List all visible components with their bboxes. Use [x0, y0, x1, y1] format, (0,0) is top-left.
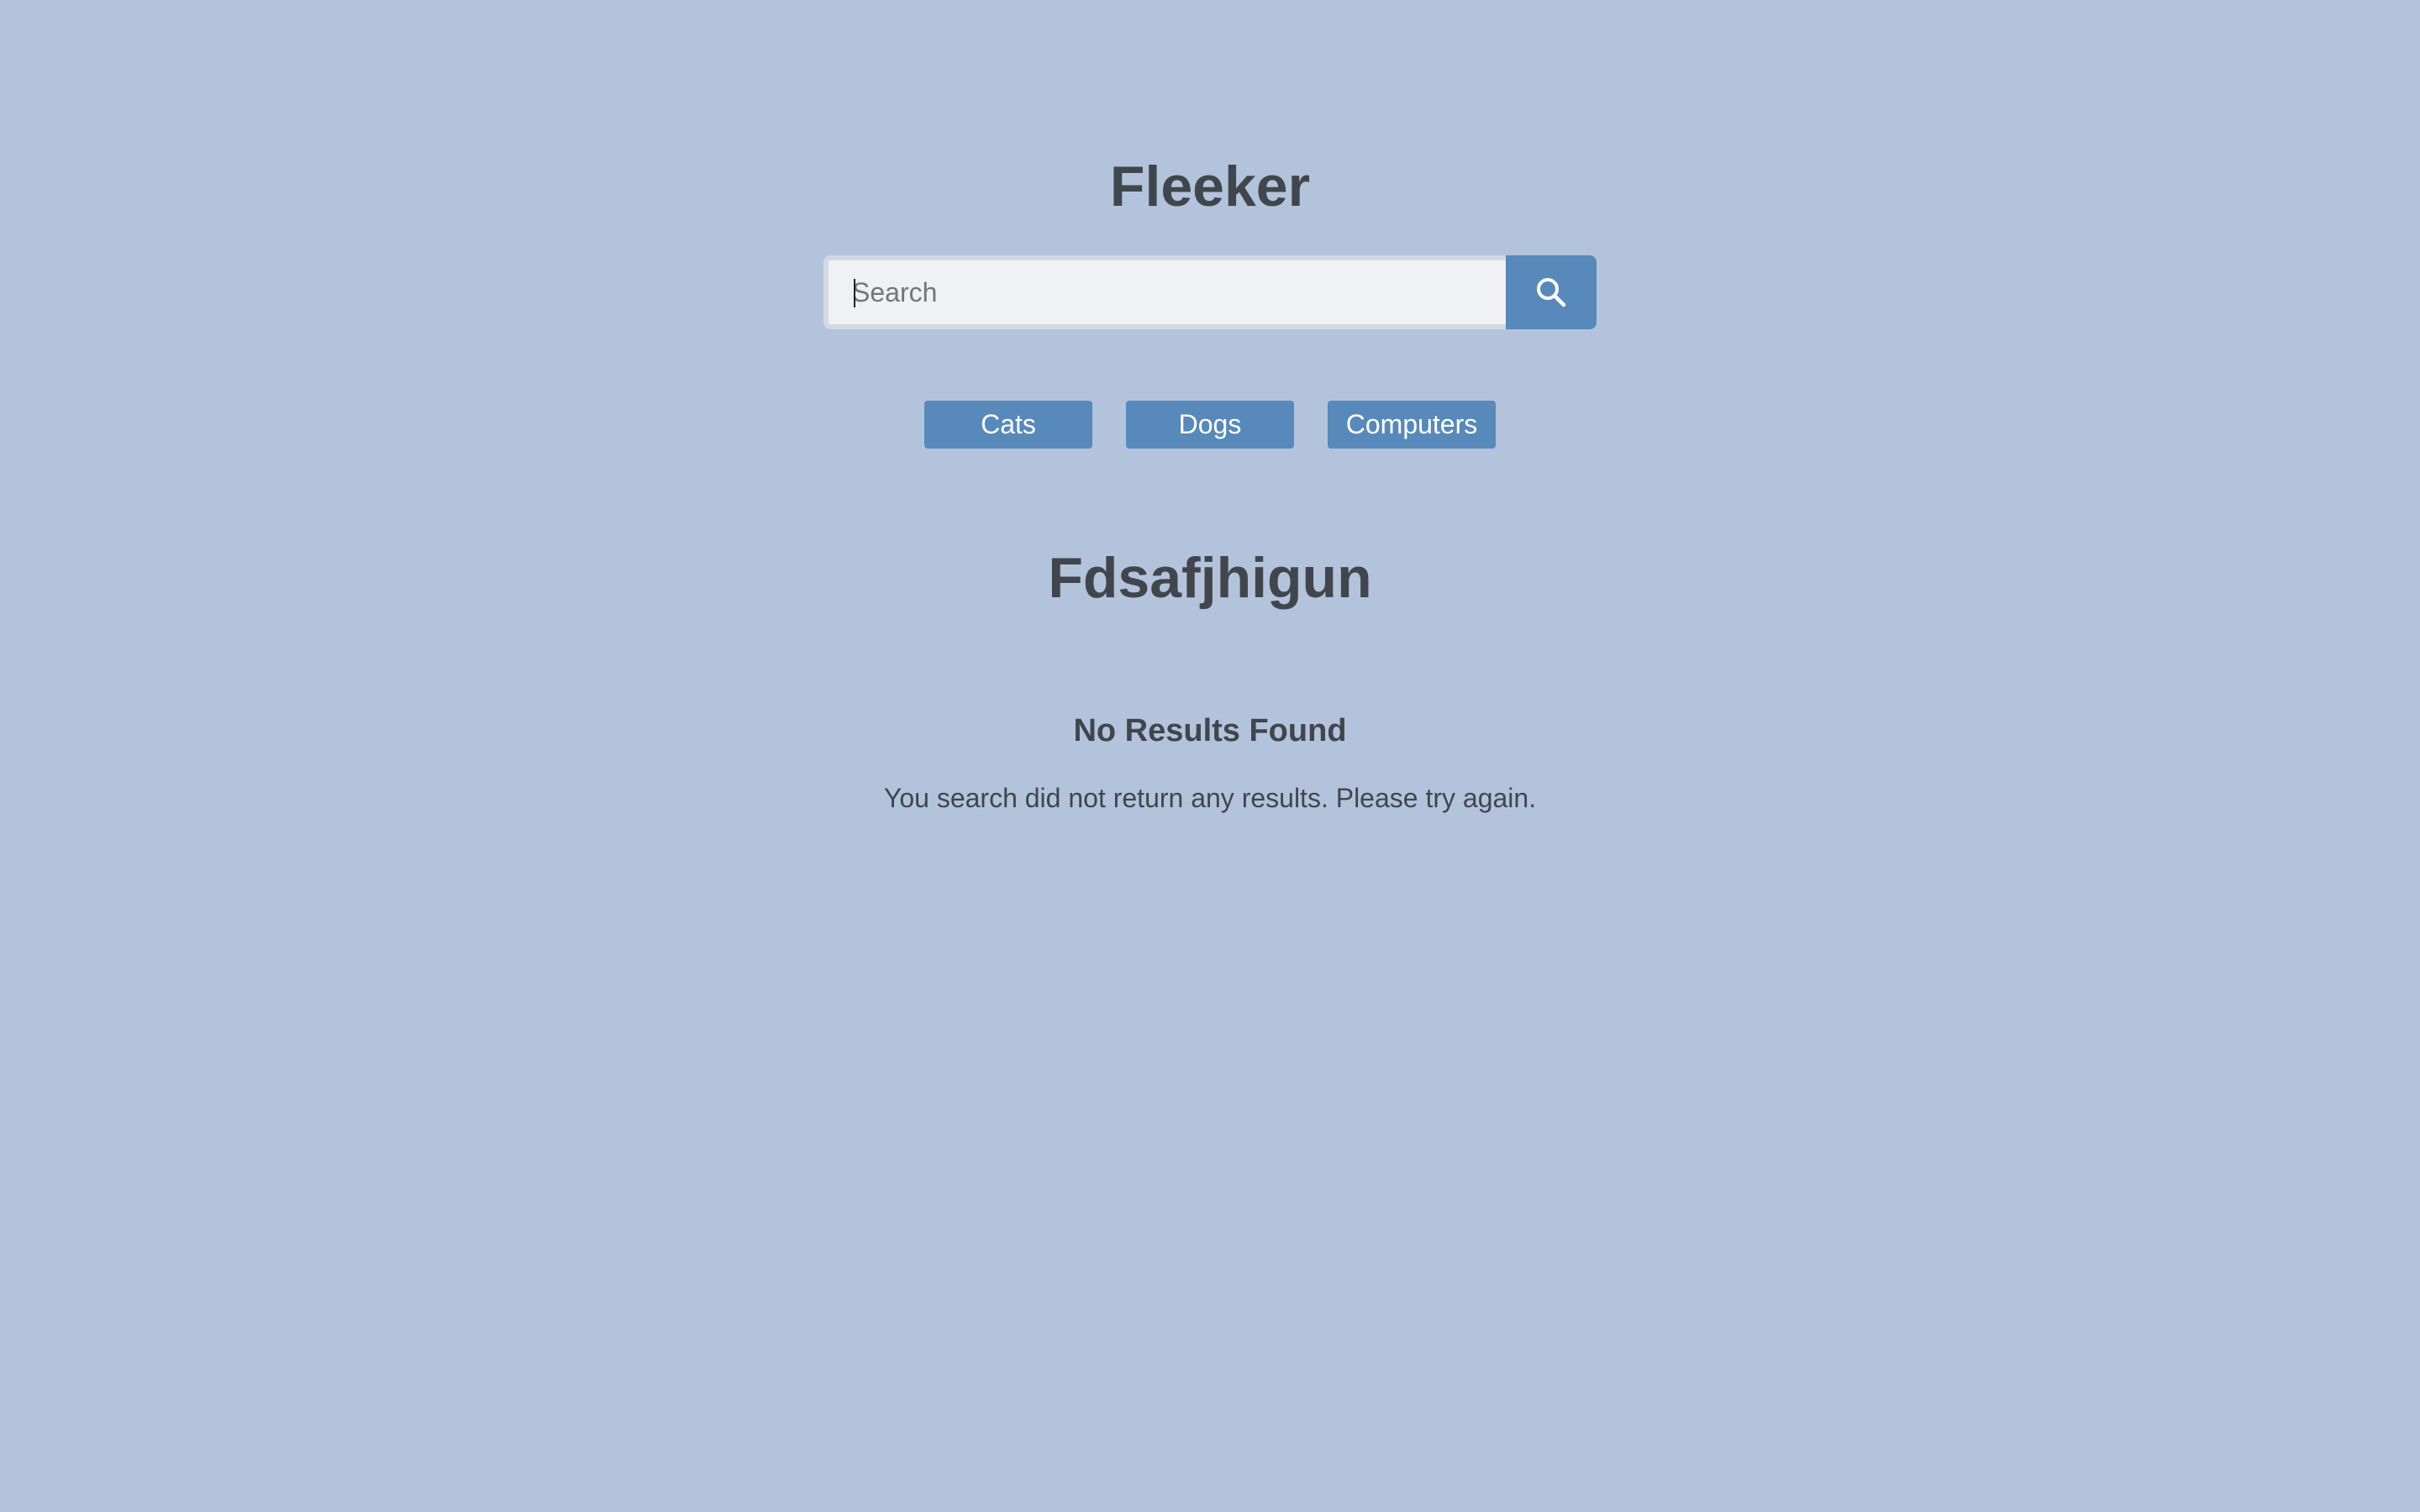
- search-icon: [1537, 278, 1566, 307]
- search-bar: [823, 255, 1597, 329]
- app-title: Fleeker: [1109, 155, 1311, 218]
- no-results-message: You search did not return any results. P…: [883, 783, 1537, 813]
- category-button-dogs[interactable]: Dogs: [1126, 401, 1294, 449]
- category-button-cats[interactable]: Cats: [924, 401, 1092, 449]
- page: Fleeker Cats Dogs Computers Fdsafjhigun …: [0, 0, 2420, 1512]
- search-query-heading: Fdsafjhigun: [1048, 546, 1372, 610]
- no-results-title: No Results Found: [1073, 713, 1347, 748]
- text-cursor: [854, 279, 855, 307]
- category-buttons: Cats Dogs Computers: [0, 401, 2420, 449]
- category-button-computers[interactable]: Computers: [1328, 401, 1496, 449]
- search-input[interactable]: [823, 255, 1506, 329]
- search-button[interactable]: [1506, 255, 1597, 329]
